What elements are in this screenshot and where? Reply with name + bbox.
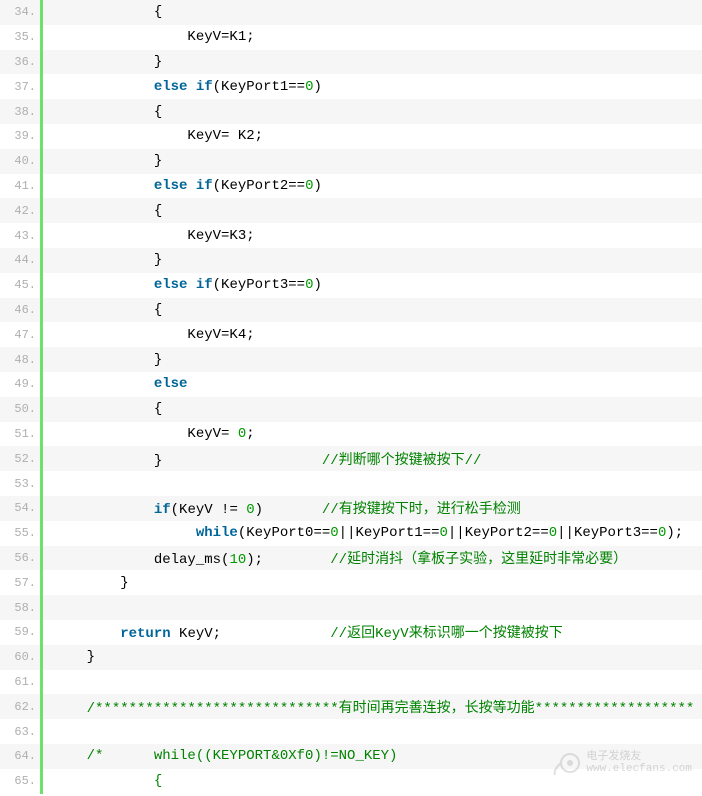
- code-content: {: [43, 104, 162, 120]
- code-content: KeyV= K2;: [43, 128, 263, 144]
- code-line: 58.: [0, 595, 702, 620]
- code-line: 36. }: [0, 50, 702, 75]
- code-content: }: [43, 352, 162, 368]
- line-number: 60.: [0, 650, 40, 664]
- code-line: 61.: [0, 670, 702, 695]
- code-line: 59. return KeyV; //返回KeyV来标识哪一个按键被按下: [0, 620, 702, 645]
- code-line: 41. else if(KeyPort2==0): [0, 174, 702, 199]
- code-content: while(KeyPort0==0||KeyPort1==0||KeyPort2…: [43, 525, 683, 541]
- code-content: KeyV=K3;: [43, 228, 255, 244]
- code-content: return KeyV; //返回KeyV来标识哪一个按键被按下: [43, 622, 563, 642]
- code-content: {: [43, 302, 162, 318]
- code-line: 65. {: [0, 769, 702, 794]
- line-number: 36.: [0, 55, 40, 69]
- code-content: /*****************************有时间再完善连按，长…: [43, 697, 694, 717]
- line-number: 40.: [0, 154, 40, 168]
- code-content: }: [43, 252, 162, 268]
- code-content: }: [43, 54, 162, 70]
- code-line: 47. KeyV=K4;: [0, 322, 702, 347]
- line-number: 47.: [0, 328, 40, 342]
- change-bar: [40, 670, 43, 695]
- line-number: 38.: [0, 105, 40, 119]
- code-content: {: [43, 4, 162, 20]
- line-number: 43.: [0, 229, 40, 243]
- line-number: 37.: [0, 80, 40, 94]
- code-content: }: [43, 649, 95, 665]
- change-bar: [40, 595, 43, 620]
- line-number: 50.: [0, 402, 40, 416]
- code-content: KeyV=K1;: [43, 29, 255, 45]
- code-content: }: [43, 575, 129, 591]
- code-line: 40. }: [0, 149, 702, 174]
- code-content: KeyV=K4;: [43, 327, 255, 343]
- code-line: 50. {: [0, 397, 702, 422]
- code-line: 63.: [0, 719, 702, 744]
- code-line: 42. {: [0, 198, 702, 223]
- code-content: } //判断哪个按键被按下//: [43, 449, 481, 469]
- line-number: 57.: [0, 576, 40, 590]
- line-number: 56.: [0, 551, 40, 565]
- line-number: 45.: [0, 278, 40, 292]
- code-line: 37. else if(KeyPort1==0): [0, 74, 702, 99]
- code-line: 35. KeyV=K1;: [0, 25, 702, 50]
- line-number: 65.: [0, 774, 40, 788]
- line-number: 59.: [0, 625, 40, 639]
- code-content: {: [43, 203, 162, 219]
- code-line: 51. KeyV= 0;: [0, 422, 702, 447]
- code-content: else: [43, 376, 187, 392]
- line-number: 41.: [0, 179, 40, 193]
- code-line: 45. else if(KeyPort3==0): [0, 273, 702, 298]
- line-number: 51.: [0, 427, 40, 441]
- line-number: 61.: [0, 675, 40, 689]
- line-number: 63.: [0, 725, 40, 739]
- code-line: 52. } //判断哪个按键被按下//: [0, 446, 702, 471]
- line-number: 55.: [0, 526, 40, 540]
- code-content: /* while((KEYPORT&0Xf0)!=NO_KEY): [43, 748, 397, 764]
- code-line: 39. KeyV= K2;: [0, 124, 702, 149]
- code-content: }: [43, 153, 162, 169]
- code-line: 44. }: [0, 248, 702, 273]
- line-number: 58.: [0, 601, 40, 615]
- code-line: 56. delay_ms(10); //延时消抖（拿板子实验，这里延时非常必要）: [0, 546, 702, 571]
- code-line: 62. /*****************************有时间再完善…: [0, 694, 702, 719]
- change-bar: [40, 471, 43, 496]
- code-line: 53.: [0, 471, 702, 496]
- line-number: 52.: [0, 452, 40, 466]
- code-line: 43. KeyV=K3;: [0, 223, 702, 248]
- code-content: delay_ms(10); //延时消抖（拿板子实验，这里延时非常必要）: [43, 548, 627, 568]
- code-line: 34. {: [0, 0, 702, 25]
- code-content: else if(KeyPort3==0): [43, 277, 322, 293]
- line-number: 35.: [0, 30, 40, 44]
- line-number: 49.: [0, 377, 40, 391]
- line-number: 64.: [0, 749, 40, 763]
- change-bar: [40, 719, 43, 744]
- code-line: 48. }: [0, 347, 702, 372]
- code-content: if(KeyV != 0) //有按键按下时，进行松手检测: [43, 498, 521, 518]
- code-line: 38. {: [0, 99, 702, 124]
- code-content: {: [43, 773, 162, 789]
- line-number: 42.: [0, 204, 40, 218]
- line-number: 44.: [0, 253, 40, 267]
- code-line: 55. while(KeyPort0==0||KeyPort1==0||KeyP…: [0, 521, 702, 546]
- code-content: else if(KeyPort2==0): [43, 178, 322, 194]
- line-number: 48.: [0, 353, 40, 367]
- code-line: 54. if(KeyV != 0) //有按键按下时，进行松手检测: [0, 496, 702, 521]
- code-line: 64. /* while((KEYPORT&0Xf0)!=NO_KEY): [0, 744, 702, 769]
- code-content: KeyV= 0;: [43, 426, 255, 442]
- line-number: 46.: [0, 303, 40, 317]
- code-listing: 34. {35. KeyV=K1;36. }37. else if(KeyPor…: [0, 0, 702, 794]
- line-number: 54.: [0, 501, 40, 515]
- line-number: 34.: [0, 5, 40, 19]
- code-line: 57. }: [0, 570, 702, 595]
- code-line: 46. {: [0, 298, 702, 323]
- code-line: 49. else: [0, 372, 702, 397]
- code-content: {: [43, 401, 162, 417]
- code-line: 60. }: [0, 645, 702, 670]
- line-number: 39.: [0, 129, 40, 143]
- line-number: 53.: [0, 477, 40, 491]
- code-content: else if(KeyPort1==0): [43, 79, 322, 95]
- line-number: 62.: [0, 700, 40, 714]
